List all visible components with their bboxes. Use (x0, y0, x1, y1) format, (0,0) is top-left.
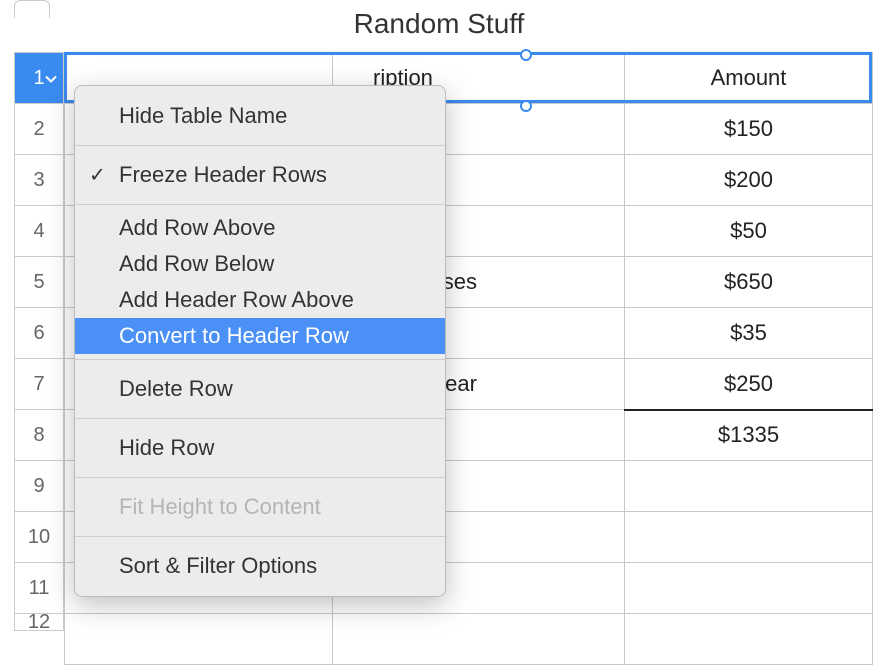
row-header-label: 8 (33, 424, 44, 447)
menu-hide-row[interactable]: Hide Row (75, 424, 445, 472)
cell[interactable]: Amount (625, 53, 873, 104)
row-header-4[interactable]: 4 (14, 205, 64, 256)
row-header-8[interactable]: 8 (14, 409, 64, 460)
row-header-label: 6 (33, 322, 44, 345)
menu-separator (75, 359, 445, 360)
row-header-11[interactable]: 11 (14, 562, 64, 613)
menu-item-label: Freeze Header Rows (119, 162, 327, 187)
cell[interactable] (625, 512, 873, 563)
row-header-10[interactable]: 10 (14, 511, 64, 562)
row-header-7[interactable]: 7 (14, 358, 64, 409)
menu-separator (75, 418, 445, 419)
row-header-label: 3 (33, 169, 44, 192)
row-header-12[interactable]: 12 (14, 613, 64, 631)
row-header-9[interactable]: 9 (14, 460, 64, 511)
checkmark-icon: ✓ (89, 163, 106, 188)
menu-add-row-below[interactable]: Add Row Below (75, 246, 445, 282)
menu-separator (75, 536, 445, 537)
row-header-label: 10 (28, 526, 50, 549)
cell[interactable]: $650 (625, 257, 873, 308)
cell[interactable] (333, 614, 625, 665)
row-header-6[interactable]: 6 (14, 307, 64, 358)
menu-fit-height: Fit Height to Content (75, 483, 445, 531)
cell[interactable]: $200 (625, 155, 873, 206)
cell[interactable] (625, 461, 873, 512)
menu-separator (75, 145, 445, 146)
row-header-gutter: 1 2 3 4 5 6 7 8 9 10 11 12 (14, 52, 64, 631)
row-header-label: 9 (33, 475, 44, 498)
row-header-label: 5 (33, 271, 44, 294)
row-header-2[interactable]: 2 (14, 103, 64, 154)
cell[interactable] (625, 563, 873, 614)
menu-add-header-row-above[interactable]: Add Header Row Above (75, 282, 445, 318)
menu-delete-row[interactable]: Delete Row (75, 365, 445, 413)
row-header-3[interactable]: 3 (14, 154, 64, 205)
table-row (65, 614, 873, 665)
row-header-label: 12 (28, 611, 50, 634)
cell[interactable]: $35 (625, 308, 873, 359)
cell[interactable] (625, 614, 873, 665)
row-context-menu: Hide Table Name ✓ Freeze Header Rows Add… (74, 85, 446, 597)
cell[interactable]: $250 (625, 359, 873, 410)
table-title: Random Stuff (0, 0, 878, 52)
menu-separator (75, 204, 445, 205)
menu-separator (75, 477, 445, 478)
row-header-1[interactable]: 1 (14, 52, 64, 103)
row-header-5[interactable]: 5 (14, 256, 64, 307)
cell[interactable]: $1335 (625, 410, 873, 461)
column-tab-stub[interactable] (14, 0, 50, 18)
row-header-label: 1 (33, 67, 44, 90)
cell[interactable] (65, 614, 333, 665)
cell[interactable]: $150 (625, 104, 873, 155)
chevron-down-icon[interactable] (45, 67, 57, 90)
row-header-label: 4 (33, 220, 44, 243)
menu-convert-to-header-row[interactable]: Convert to Header Row (75, 318, 445, 354)
row-header-label: 2 (33, 118, 44, 141)
menu-hide-table-name[interactable]: Hide Table Name (75, 92, 445, 140)
menu-add-row-above[interactable]: Add Row Above (75, 210, 445, 246)
menu-freeze-header-rows[interactable]: ✓ Freeze Header Rows (75, 151, 445, 199)
cell[interactable]: $50 (625, 206, 873, 257)
row-header-label: 11 (29, 577, 50, 600)
menu-sort-filter[interactable]: Sort & Filter Options (75, 542, 445, 590)
row-header-label: 7 (33, 373, 44, 396)
